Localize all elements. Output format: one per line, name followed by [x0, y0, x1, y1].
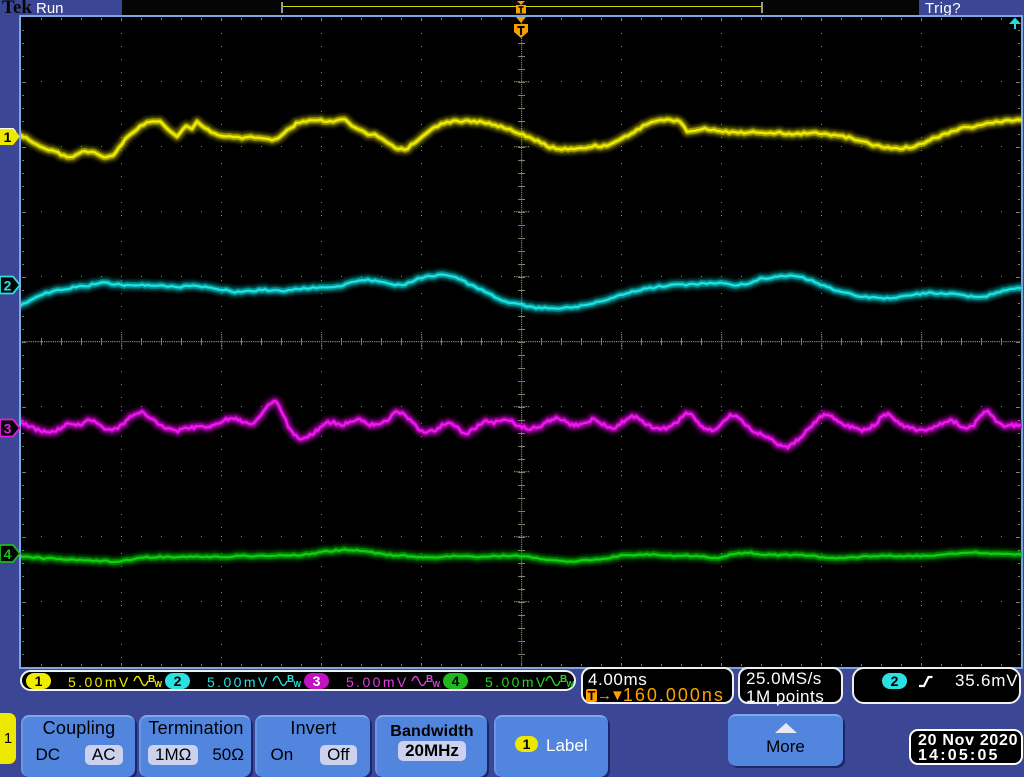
svg-text:2: 2: [4, 278, 12, 294]
svg-text:4: 4: [4, 546, 12, 562]
svg-text:W: W: [433, 680, 441, 689]
svg-text:W: W: [294, 680, 302, 689]
svg-text:W: W: [567, 680, 575, 689]
svg-text:3: 3: [4, 421, 12, 437]
svg-text:W: W: [155, 680, 163, 689]
svg-text:1: 1: [4, 129, 12, 145]
